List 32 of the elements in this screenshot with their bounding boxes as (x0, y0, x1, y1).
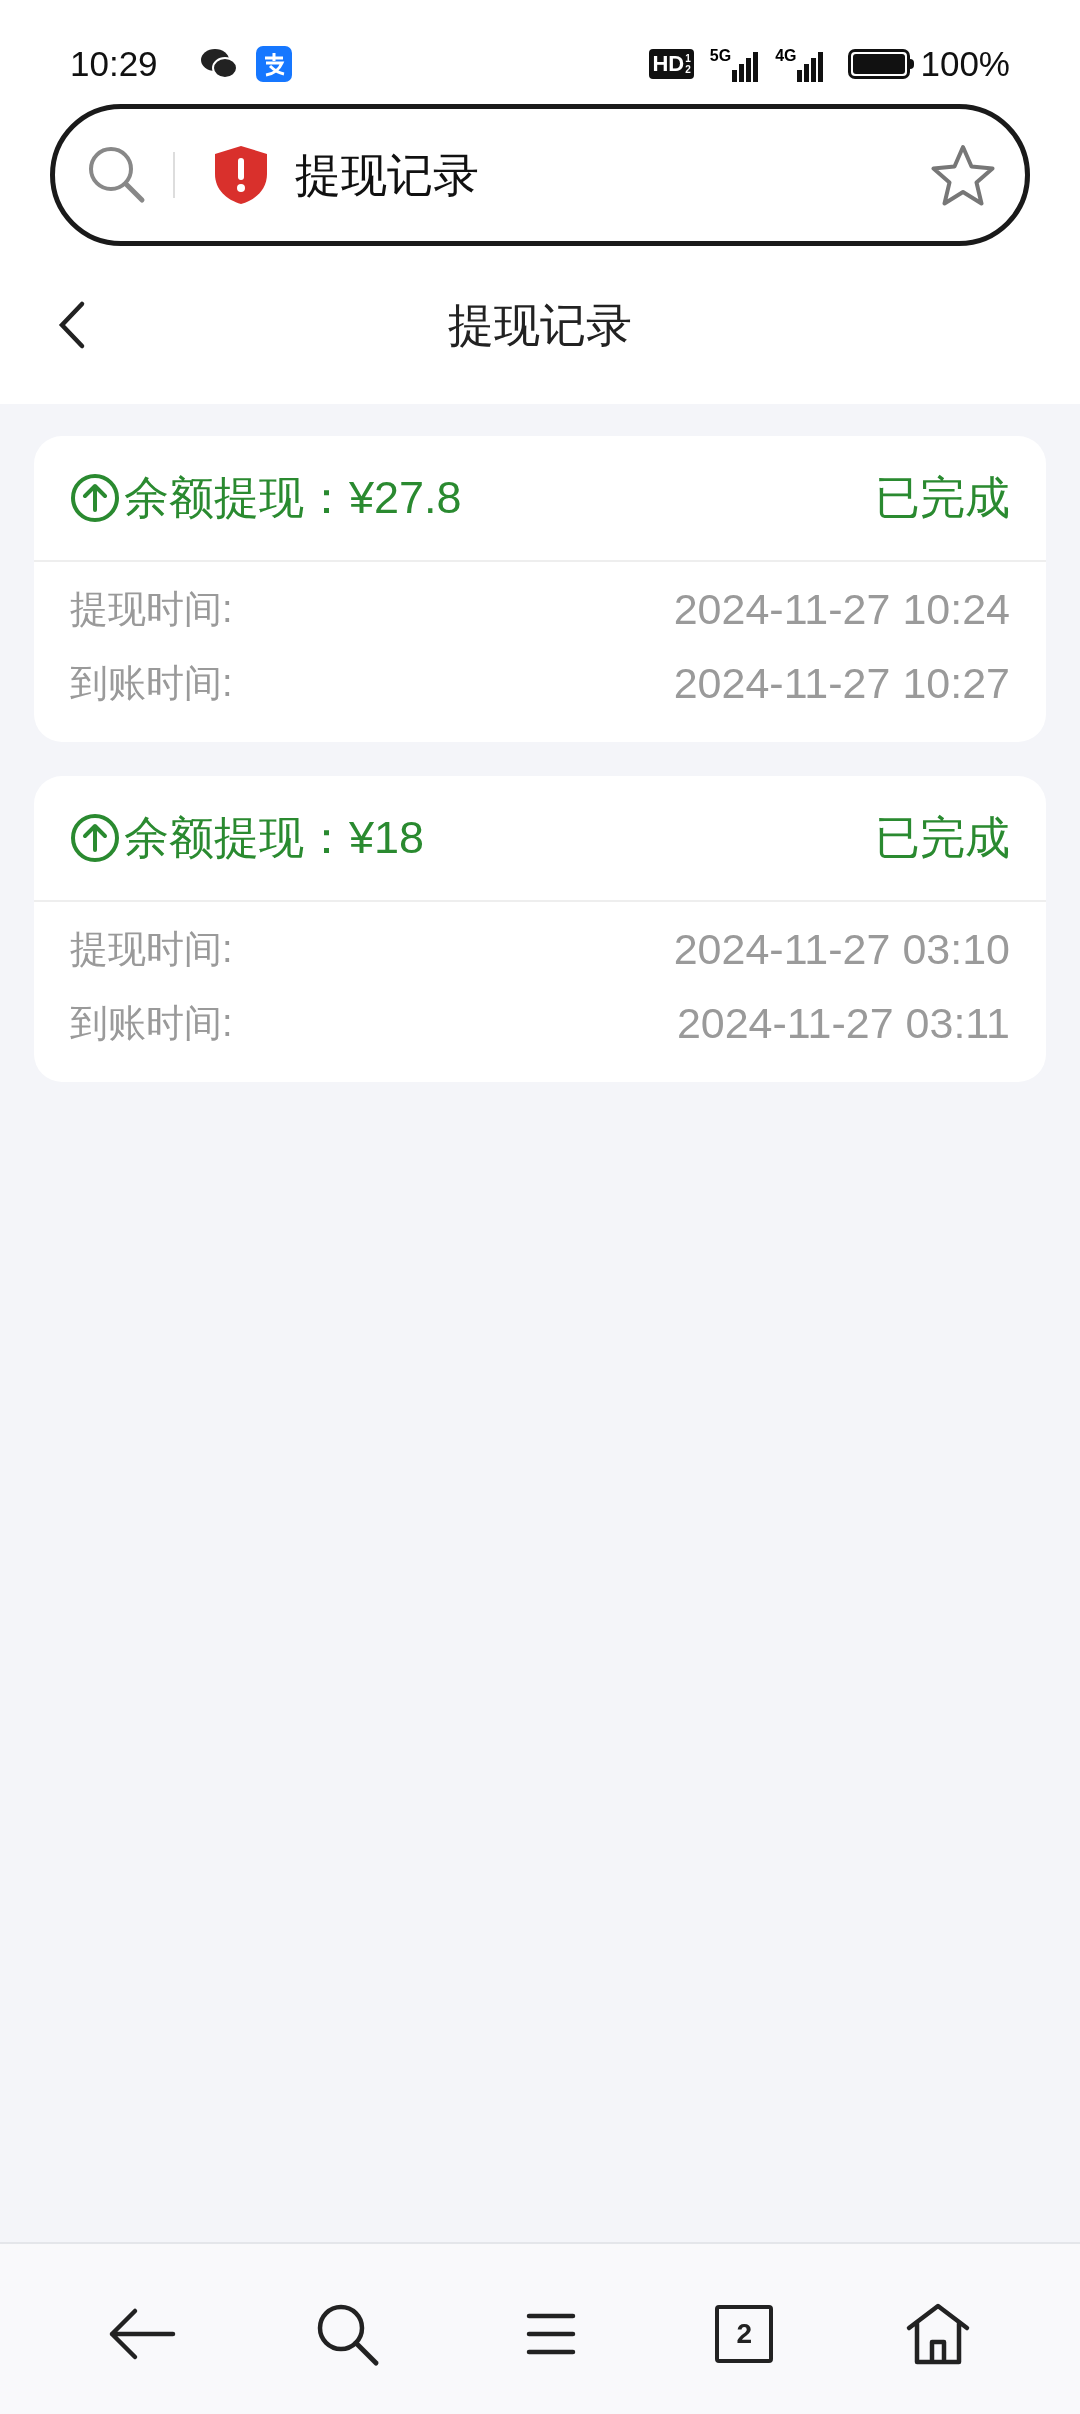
battery-icon (848, 49, 915, 79)
home-icon (904, 2302, 971, 2366)
battery-percent: 100% (920, 42, 1010, 85)
network-type: 4G (775, 48, 797, 64)
menu-icon (525, 2312, 576, 2356)
arrow-left-icon (107, 2307, 178, 2361)
record-status: 已完成 (875, 811, 1010, 866)
tabs-button[interactable]: 2 (715, 2305, 774, 2363)
row-label: 提现时间: (70, 586, 233, 632)
row-label: 到账时间: (70, 1000, 233, 1046)
clock-time: 10:29 (70, 42, 158, 85)
star-icon[interactable] (931, 144, 995, 206)
arrow-up-circle-icon (70, 813, 120, 863)
row-label: 提现时间: (70, 926, 233, 972)
header-title: 提现记录 (448, 297, 632, 353)
shield-warning-icon (213, 144, 269, 206)
row-value: 2024-11-27 03:11 (676, 997, 1010, 1049)
record-title: 余额提现：¥18 (124, 811, 425, 866)
record-status: 已完成 (875, 471, 1010, 526)
signal-icon (796, 52, 825, 82)
page-title: 提现记录 (295, 147, 479, 203)
network-type: 5G (709, 48, 732, 64)
row-value: 2024-11-27 10:24 (673, 583, 1010, 635)
row-value: 2024-11-27 10:27 (673, 657, 1010, 709)
payment-app-icon (255, 46, 292, 82)
arrow-up-circle-icon (70, 473, 120, 523)
record-title: 余额提现：¥27.8 (124, 471, 462, 526)
address-bar[interactable]: 提现记录 (50, 104, 1030, 246)
chevron-left-icon (56, 300, 86, 350)
row-value: 2024-11-27 03:10 (673, 923, 1010, 975)
row-label: 到账时间: (70, 660, 233, 706)
signal-icon (731, 52, 760, 82)
